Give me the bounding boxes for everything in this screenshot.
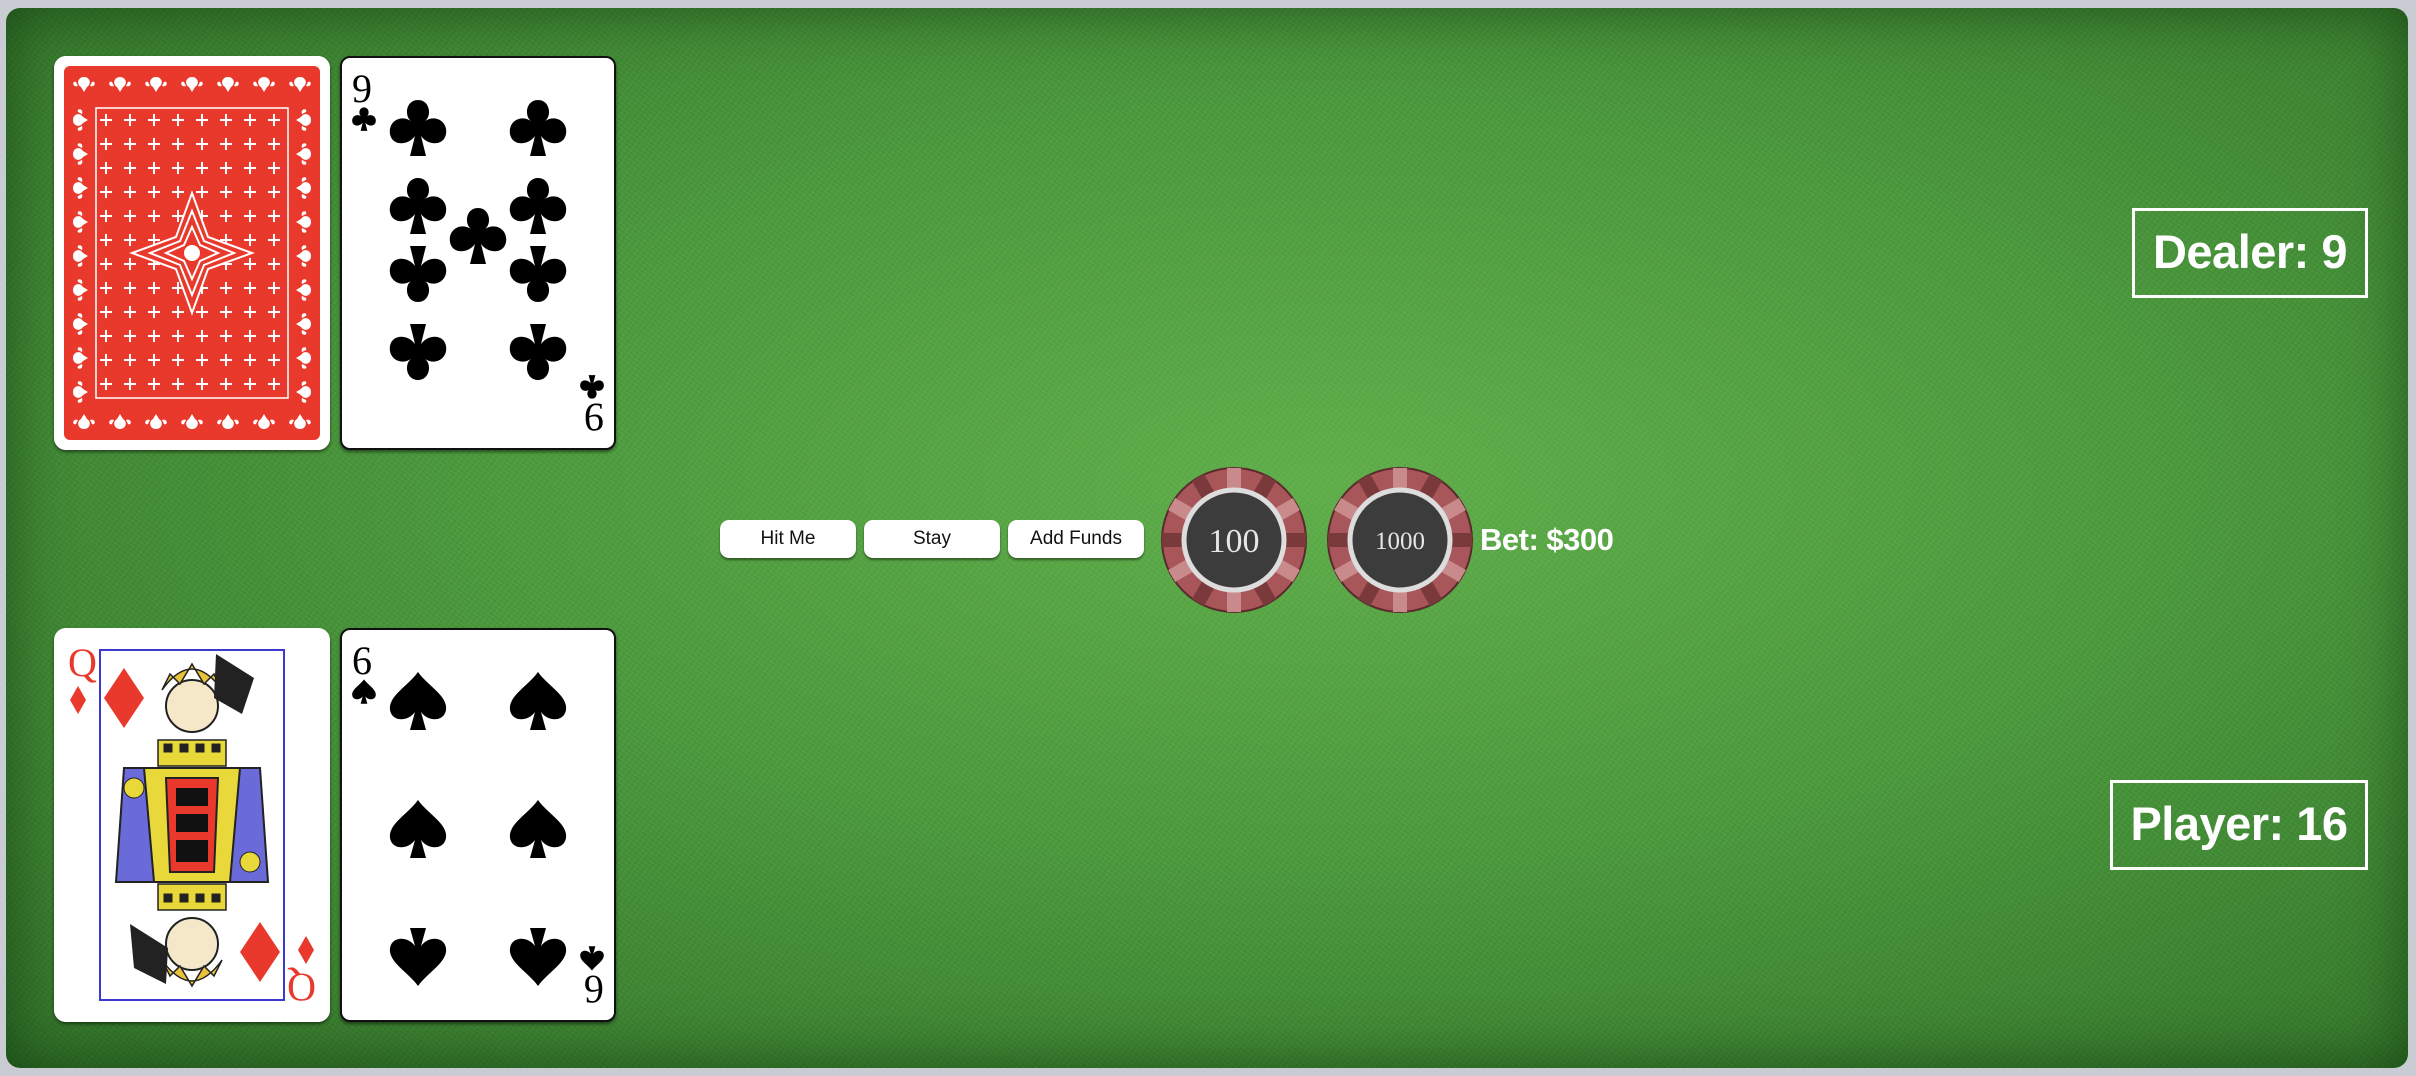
card-index-bottom: 6 (580, 946, 604, 1012)
spade-pip-icon (389, 672, 447, 730)
chip-1000-icon: 1000 (1327, 467, 1473, 613)
svg-text:6: 6 (352, 638, 372, 683)
svg-text:9: 9 (584, 395, 604, 440)
club-pip-icon (389, 100, 447, 156)
spade-pip-icon (509, 672, 567, 730)
bet-amount: Bet: $300 (1480, 522, 1614, 557)
chip-100[interactable]: 100 (1160, 466, 1308, 614)
svg-text:Q: Q (287, 965, 316, 1010)
player-score: Player: 16 (2110, 780, 2368, 870)
spade-pip-icon (389, 800, 447, 858)
spade-pip-icon (509, 928, 567, 986)
spade-pip-icon (509, 800, 567, 858)
hit-me-button[interactable]: Hit Me (720, 520, 856, 558)
club-pip-icon (449, 208, 507, 264)
svg-text:Q: Q (68, 640, 97, 685)
player-card-queen-diamonds: Q Q (54, 628, 330, 1022)
club-pip-icon (389, 324, 447, 380)
svg-text:6: 6 (584, 967, 604, 1012)
club-pip-icon (509, 178, 567, 234)
club-pip-icon (389, 178, 447, 234)
club-pip-icon (389, 246, 447, 302)
club-pip-icon (509, 246, 567, 302)
chip-value-label: 1000 (1375, 528, 1425, 555)
svg-text:9: 9 (352, 66, 372, 111)
dealer-card-9-clubs: 99 (340, 56, 616, 450)
club-pip-icon (509, 100, 567, 156)
dealer-score: Dealer: 9 (2132, 208, 2368, 298)
dealer-card-face-down (54, 56, 330, 450)
player-card-6-spades: 66 (340, 628, 616, 1022)
club-pip-icon (509, 324, 567, 380)
spade-pip-icon (389, 928, 447, 986)
chip-value-label: 100 (1209, 523, 1260, 560)
stay-button[interactable]: Stay (864, 520, 1000, 558)
chip-1000[interactable]: 1000 (1326, 466, 1474, 614)
card-index-bottom: 9 (580, 375, 604, 440)
chip-100-icon: 100 (1161, 467, 1307, 613)
card-index-top: 9 (352, 66, 376, 131)
blackjack-table: 99 Q Q 6 6 Hit Me Stay Add Funds 100 100… (6, 8, 2408, 1068)
card-index-top: 6 (352, 638, 376, 704)
card-back-pattern (54, 56, 330, 450)
add-funds-button[interactable]: Add Funds (1008, 520, 1144, 558)
